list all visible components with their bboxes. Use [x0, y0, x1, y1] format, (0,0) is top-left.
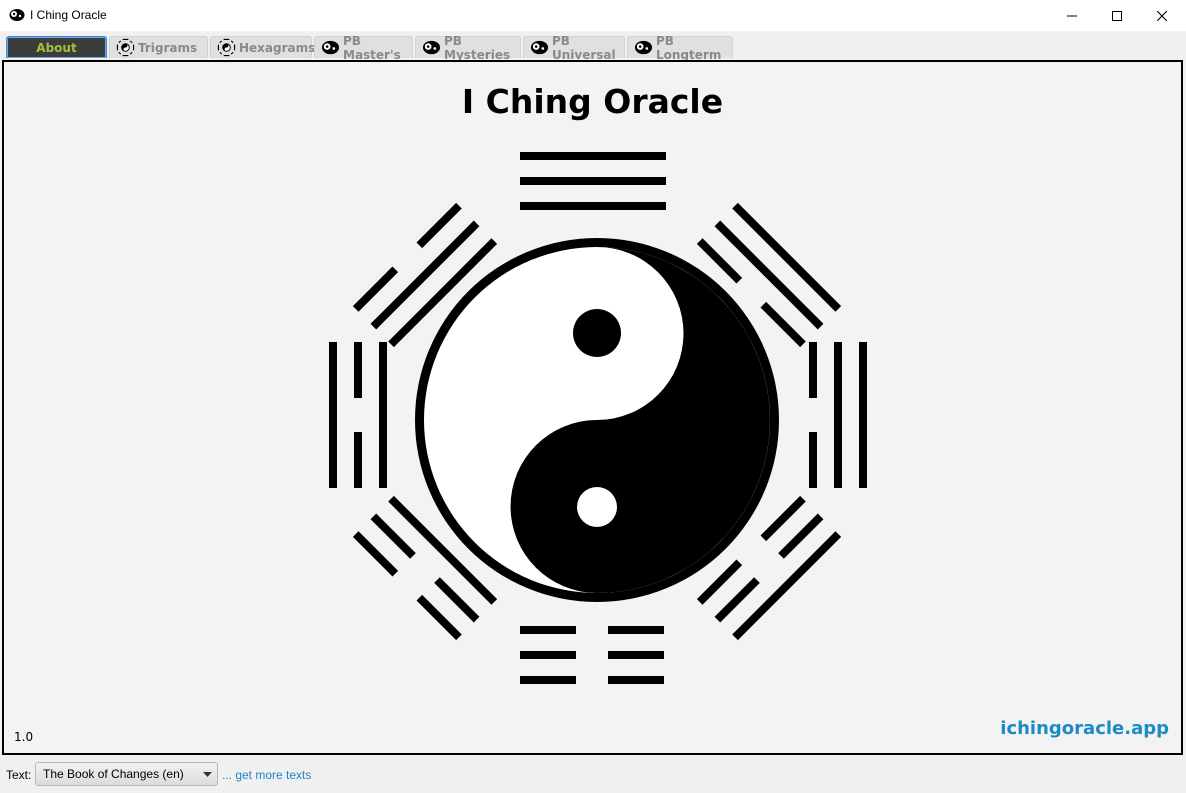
window-title: I Ching Oracle — [30, 8, 107, 22]
tab-label: PB Master's — [343, 33, 401, 62]
about-panel: I Ching Oracle 1.0 ichingoracle.app — [2, 60, 1183, 755]
tab-pb-mysteries[interactable]: PB Mysteries — [415, 34, 521, 62]
yin-yang-icon — [415, 238, 779, 602]
text-label: Text: — [6, 768, 32, 782]
tab-hexagrams[interactable]: Hexagrams — [210, 36, 316, 58]
yin-yang-icon — [422, 40, 441, 55]
maximize-icon — [1112, 10, 1122, 21]
tab-label: PB Universal — [552, 33, 616, 62]
tab-pb-longterm[interactable]: PB Longterm — [627, 34, 733, 62]
tab-label: Trigrams — [138, 40, 198, 55]
tab-label: PB Longterm — [656, 33, 722, 62]
get-more-texts-link[interactable]: ... get more texts — [222, 768, 311, 782]
text-select[interactable]: The Book of Changes (en) — [35, 762, 218, 786]
trigram-bottom — [520, 626, 664, 684]
tab-pb-masters[interactable]: PB Master's — [314, 34, 413, 62]
tab-pb-universal[interactable]: PB Universal — [523, 34, 625, 62]
minimize-button[interactable] — [1049, 0, 1095, 31]
trigram-top — [520, 152, 666, 210]
version-label: 1.0 — [14, 730, 34, 744]
tab-label: PB Mysteries — [444, 33, 511, 62]
yin-yang-icon — [9, 9, 25, 21]
bagua-icon — [217, 38, 236, 57]
yin-yang-icon — [530, 40, 549, 55]
text-select-value: The Book of Changes (en) — [43, 767, 184, 781]
close-button[interactable] — [1139, 0, 1185, 31]
yin-yang-icon — [321, 40, 340, 55]
tab-label: Hexagrams — [239, 40, 316, 55]
minimize-icon — [1067, 15, 1077, 16]
website-link[interactable]: ichingoracle.app — [1000, 718, 1169, 739]
trigram-left — [329, 342, 387, 488]
footer-bar: Text: The Book of Changes (en) ... get m… — [0, 756, 1186, 793]
tab-about[interactable]: About — [6, 36, 107, 58]
page-title: I Ching Oracle — [461, 82, 724, 121]
tab-bar: About Trigrams Hexagrams PB Master's PB … — [0, 31, 1186, 62]
bagua-yin-yang-illustration — [329, 152, 867, 684]
maximize-button[interactable] — [1094, 0, 1140, 31]
bagua-icon — [116, 38, 135, 57]
yin-yang-icon — [634, 40, 653, 55]
chevron-down-icon — [197, 771, 217, 777]
title-bar: I Ching Oracle — [0, 0, 1186, 32]
tab-label: About — [36, 40, 77, 55]
tab-trigrams[interactable]: Trigrams — [109, 36, 208, 58]
trigram-right — [809, 342, 867, 488]
close-icon — [1157, 10, 1167, 21]
